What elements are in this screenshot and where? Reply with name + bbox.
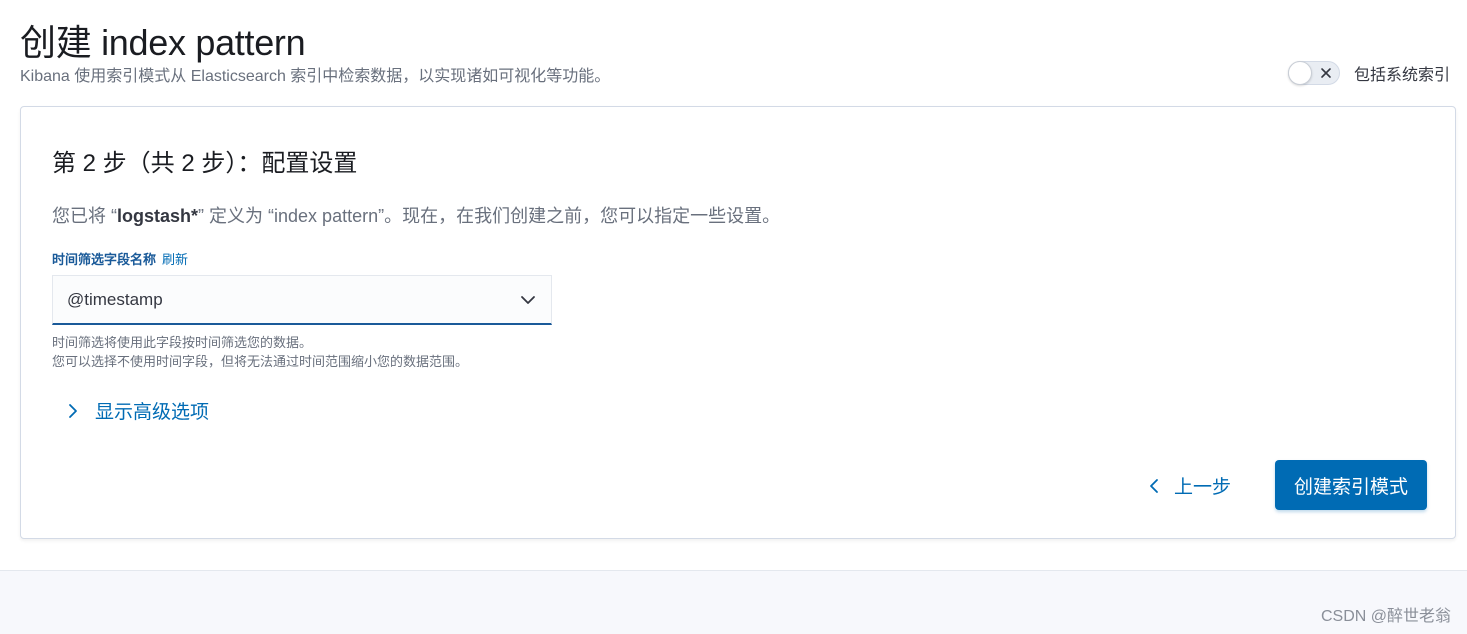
include-system-indices-toggle[interactable]: 包括系统索引 <box>1288 60 1450 86</box>
toggle-label: 包括系统索引 <box>1354 67 1451 84</box>
toggle-knob <box>1288 61 1312 85</box>
back-button-label: 上一步 <box>1174 477 1232 498</box>
chevron-left-icon <box>1150 478 1158 493</box>
time-field-selected-value: @timestamp <box>67 289 163 309</box>
toggle-switch[interactable] <box>1288 61 1340 85</box>
show-advanced-options-button[interactable]: 显示高级选项 <box>65 397 209 424</box>
chevron-down-icon <box>521 296 535 304</box>
advanced-options-label: 显示高级选项 <box>95 402 210 423</box>
time-field-label-row: 时间筛选字段名称 刷新 <box>52 249 188 268</box>
page-description: Kibana 使用索引模式从 Elasticsearch 索引中检索数据，以实现… <box>20 68 611 85</box>
footer-band <box>0 570 1467 634</box>
help-line-2: 您可以选择不使用时间字段，但将无法通过时间范围缩小您的数据范围。 <box>52 354 469 369</box>
intro-text-before: 您已将 “ <box>52 206 117 226</box>
time-field-label: 时间筛选字段名称 <box>52 252 157 267</box>
time-field-select[interactable]: @timestamp <box>52 275 552 325</box>
chevron-right-icon <box>69 403 77 418</box>
index-pattern-name: logstash* <box>117 206 199 226</box>
intro-text-after: ” 定义为 “index pattern”。现在，在我们创建之前，您可以指定一些… <box>198 206 781 226</box>
configure-settings-panel: 第 2 步（共 2 步）：配置设置 您已将 “logstash*” 定义为 “i… <box>20 106 1456 539</box>
back-button[interactable]: 上一步 <box>1146 472 1231 499</box>
refresh-link[interactable]: 刷新 <box>162 252 188 267</box>
create-index-pattern-button[interactable]: 创建索引模式 <box>1275 460 1427 510</box>
intro-text: 您已将 “logstash*” 定义为 “index pattern”。现在，在… <box>52 202 780 228</box>
watermark: CSDN @醉世老翁 <box>1320 608 1451 625</box>
step-title: 第 2 步（共 2 步）：配置设置 <box>52 150 358 177</box>
help-line-1: 时间筛选将使用此字段按时间筛选您的数据。 <box>52 335 313 350</box>
time-field-help: 时间筛选将使用此字段按时间筛选您的数据。 您可以选择不使用时间字段，但将无法通过… <box>52 333 468 371</box>
close-icon <box>1321 68 1331 78</box>
page-title: 创建 index pattern <box>20 22 306 63</box>
